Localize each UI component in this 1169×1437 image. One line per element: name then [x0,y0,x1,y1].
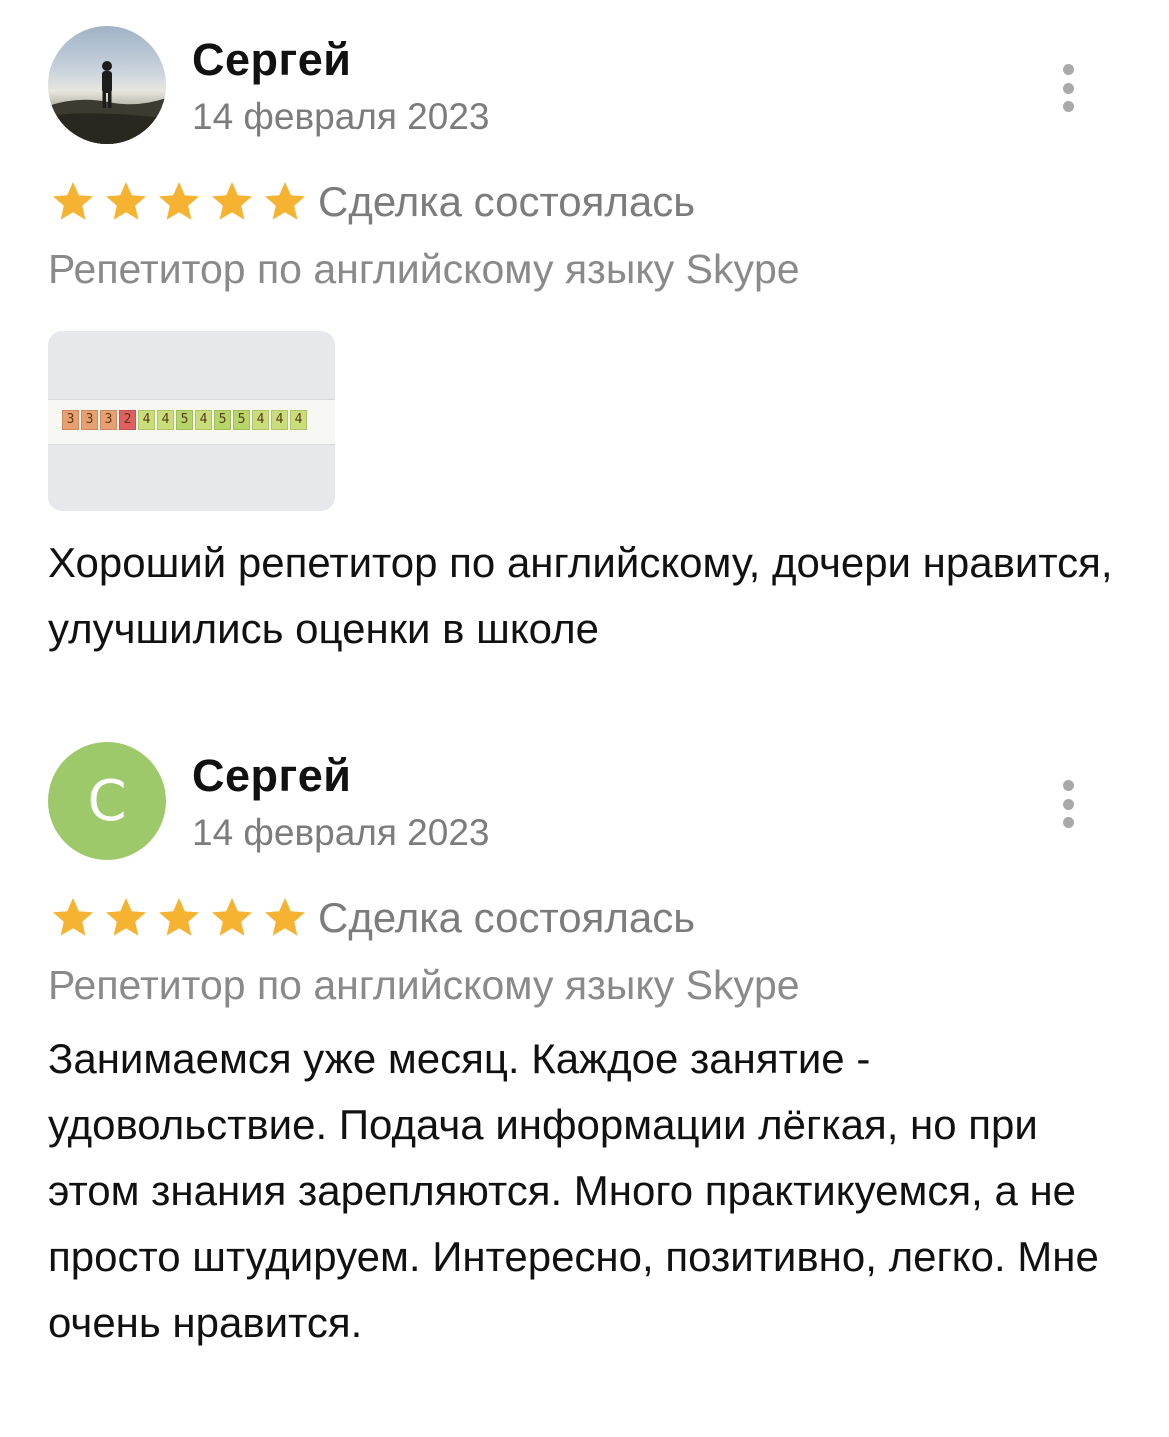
review-card: С Сергей 14 февраля 2023 Сделка состояла… [0,716,1169,1437]
avatar-letter: С [87,768,127,834]
more-options-icon[interactable] [1058,780,1078,828]
review-date: 14 февраля 2023 [192,96,490,137]
grade-cell: 4 [195,410,212,430]
rating-stars [48,894,310,942]
star-icon [212,898,252,936]
star-icon [265,898,305,936]
more-options-icon[interactable] [1058,64,1078,112]
deal-status: Сделка состоялась [318,178,696,225]
service-name: Репетитор по английскому языку Skype [48,246,800,292]
star-icon [53,898,93,936]
review-text: Хороший репетитор по английскому, дочери… [48,539,1113,652]
grade-cell: 5 [214,410,231,430]
review-card: Сергей 14 февраля 2023 Сделка состоялась… [0,0,1169,700]
star-icon [159,898,199,936]
user-avatar[interactable] [48,26,166,144]
service-name: Репетитор по английскому языку Skype [48,962,800,1008]
user-photo-icon [48,61,166,144]
grade-cell: 2 [119,410,136,430]
review-text: Занимаемся уже месяц. Каждое занятие - у… [48,1035,1099,1346]
deal-status: Сделка состоялась [318,894,696,941]
grade-cell: 4 [252,410,269,430]
star-icon [106,182,146,220]
author-name[interactable]: Сергей [192,750,351,802]
author-name[interactable]: Сергей [192,34,351,86]
grade-cell: 4 [157,410,174,430]
grade-cell: 4 [138,410,155,430]
star-icon [159,182,199,220]
star-icon [106,898,146,936]
grade-cell: 3 [81,410,98,430]
review-date: 14 февраля 2023 [192,812,490,853]
grade-cell: 4 [290,410,307,430]
grade-cell: 5 [233,410,250,430]
grade-cell: 3 [100,410,117,430]
rating-stars [48,178,310,226]
user-avatar[interactable]: С [48,742,166,860]
star-icon [265,182,305,220]
attachment-thumbnail[interactable]: 3332445455444 [48,331,335,511]
grade-cell: 4 [271,410,288,430]
star-icon [212,182,252,220]
grade-cell: 3 [62,410,79,430]
grade-cell: 5 [176,410,193,430]
star-icon [53,182,93,220]
grade-list: 3332445455444 [62,410,307,430]
